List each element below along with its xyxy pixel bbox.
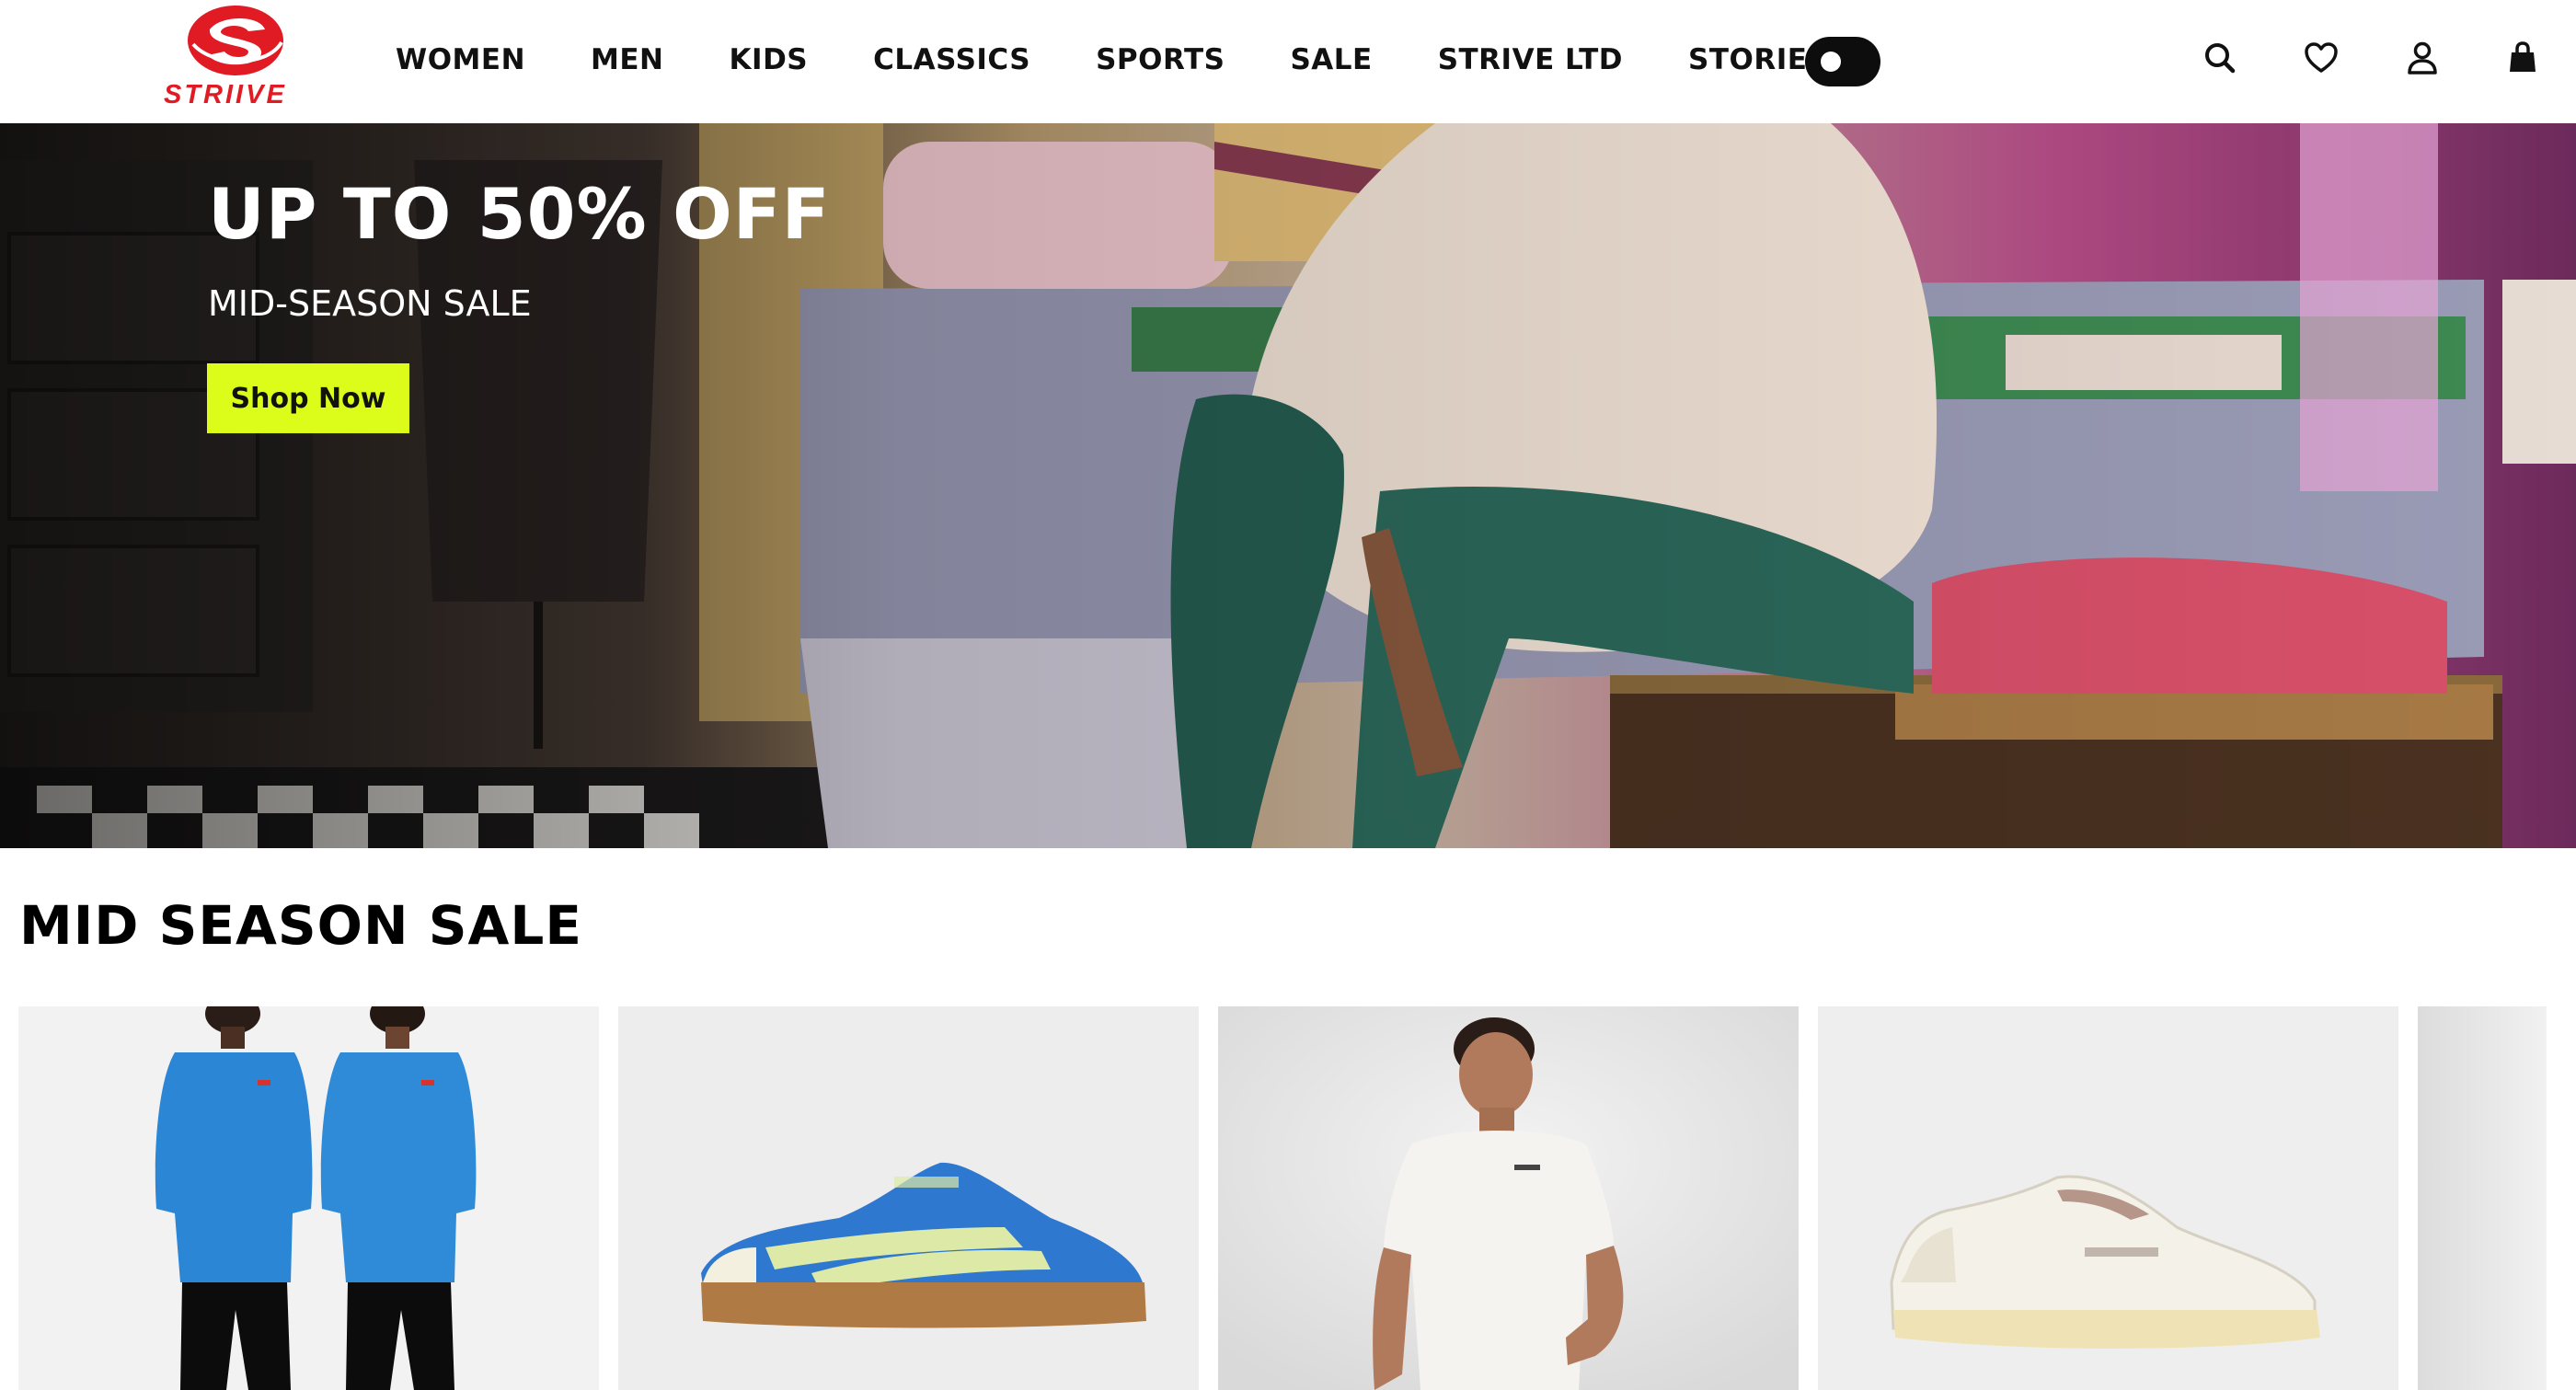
hero-title: UP TO 50% OFF (208, 173, 831, 255)
theme-toggle[interactable] (1805, 37, 1880, 86)
product-image-white-tee (1218, 1006, 1799, 1390)
product-image-white-sneaker (1818, 1006, 2398, 1390)
striive-logo[interactable]: STRIIVE (156, 2, 329, 110)
shop-now-button[interactable]: Shop Now (207, 363, 409, 433)
nav-item-men[interactable]: MEN (591, 43, 663, 76)
toggle-knob (1821, 52, 1841, 72)
product-image-sweatshirts (18, 1006, 599, 1390)
product-card[interactable] (18, 1006, 599, 1390)
product-image-partial (2418, 1006, 2547, 1390)
product-card[interactable] (1218, 1006, 1799, 1390)
nav-item-sale[interactable]: SALE (1290, 43, 1372, 76)
heart-icon[interactable] (2300, 37, 2342, 79)
main-nav: WOMEN MEN KIDS CLASSICS SPORTS SALE STRI… (396, 0, 1828, 120)
bag-icon[interactable] (2501, 37, 2544, 79)
nav-item-strive-ltd[interactable]: STRIVE LTD (1438, 43, 1623, 76)
site-header: STRIIVE WOMEN MEN KIDS CLASSICS SPORTS S… (0, 0, 2576, 123)
product-card-partial[interactable] (2418, 1006, 2547, 1390)
product-carousel (18, 1006, 2558, 1390)
logo-wordmark: STRIIVE (164, 80, 287, 109)
search-icon[interactable] (2199, 37, 2241, 79)
nav-item-sports[interactable]: SPORTS (1096, 43, 1225, 76)
product-card[interactable] (1818, 1006, 2398, 1390)
product-card[interactable] (618, 1006, 1199, 1390)
product-image-blue-sneaker (618, 1006, 1199, 1390)
hero-banner: UP TO 50% OFF MID-SEASON SALE Shop Now (0, 123, 2576, 848)
nav-item-kids[interactable]: KIDS (730, 43, 809, 76)
user-icon[interactable] (2401, 37, 2444, 79)
nav-item-classics[interactable]: CLASSICS (873, 43, 1030, 76)
nav-item-women[interactable]: WOMEN (396, 43, 525, 76)
section-title: MID SEASON SALE (19, 894, 582, 957)
hero-subtitle: MID-SEASON SALE (208, 283, 532, 324)
logo-mark: STRIIVE (164, 6, 287, 109)
